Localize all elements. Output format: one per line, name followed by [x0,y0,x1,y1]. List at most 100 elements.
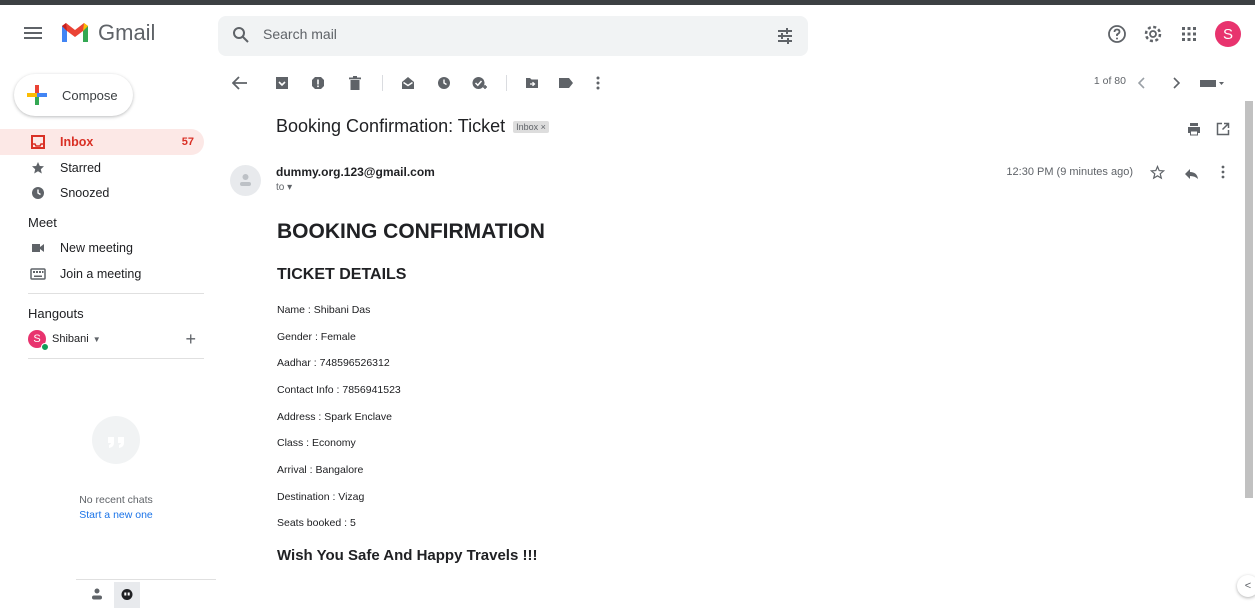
compose-label: Compose [62,87,118,103]
ticket-field: Address : Spark Enclave [277,411,392,423]
report-spam-icon[interactable] [308,73,328,93]
ticket-field: Class : Economy [277,437,356,449]
compose-button[interactable]: Compose [14,74,133,116]
sender-avatar [230,165,261,196]
add-to-tasks-icon[interactable] [470,73,490,93]
open-in-new-window-icon[interactable] [1216,122,1230,141]
sidebar-item-label: Starred [60,161,101,175]
sidebar-item-label: Inbox [60,135,94,149]
move-to-icon[interactable] [522,73,542,93]
hangouts-avatar-letter: S [33,333,41,345]
hangouts-user-name: Shibani [52,333,89,345]
start-new-chat-link[interactable]: Start a new one [0,509,232,521]
menu-icon [24,27,42,29]
show-side-panel-button[interactable]: < [1237,575,1255,597]
email-timestamp: 12:30 PM (9 minutes ago) [1006,166,1133,178]
apps-button[interactable] [1171,19,1207,49]
add-chat-icon[interactable]: + [185,329,196,350]
gear-icon [1144,25,1162,43]
email-body: BOOKING CONFIRMATION TICKET DETAILS Name… [277,220,545,564]
chevron-right-icon[interactable] [1166,73,1186,93]
sender-email[interactable]: dummy.org.123@gmail.com [276,165,435,179]
more-vert-icon[interactable] [588,73,608,93]
sidebar-item-label: Snoozed [60,186,110,200]
search-icon[interactable] [232,26,250,44]
sidebar-item-starred[interactable]: Starred [0,155,204,181]
hangouts-avatar: S [28,330,49,351]
mark-unread-icon[interactable] [398,73,418,93]
sidebar-item-snoozed[interactable]: Snoozed [0,180,204,206]
apps-grid-icon [1182,27,1196,41]
recipient-details-toggle[interactable]: to ▾ [276,182,292,193]
help-button[interactable] [1099,19,1135,49]
sidebar-divider [28,358,204,359]
ticket-field: Name : Shibani Das [277,304,371,316]
chevron-left-icon[interactable] [1132,73,1152,93]
chat-bubble-icon [92,416,140,464]
email-subject-row: Booking Confirmation: Ticket Inbox × [276,116,549,137]
star-icon[interactable] [1149,164,1166,185]
sidebar-item-inbox[interactable]: Inbox 57 [0,129,204,155]
clock-icon [30,186,46,200]
sidebar-item-new-meeting[interactable]: New meeting [0,235,204,261]
star-icon [30,161,46,175]
gmail-logo[interactable]: Gmail [60,20,155,46]
inbox-icon [30,135,46,149]
reply-icon[interactable] [1184,167,1199,185]
sidebar-item-label: New meeting [60,241,133,255]
closing-message: Wish You Safe And Happy Travels !!! [277,547,538,564]
online-status-dot [41,343,49,351]
sidebar: Compose Inbox 57 Starred Snoozed Meet Ne… [0,63,218,608]
app-header: Gmail Search mail S [0,5,1255,63]
no-recent-chats-text: No recent chats [79,494,153,506]
archive-icon[interactable] [272,73,292,93]
toolbar-separator [506,75,507,91]
main-menu-button[interactable] [24,24,46,44]
sidebar-divider [28,293,204,294]
meet-section-title: Meet [28,215,57,230]
toolbar-separator [382,75,383,91]
header-actions: S [1099,19,1241,49]
input-tools-button[interactable] [1198,73,1228,93]
contacts-icon[interactable] [90,587,104,606]
app-name: Gmail [98,20,156,45]
sidebar-bottom-divider [76,579,216,580]
ticket-field: Contact Info : 7856941523 [277,384,401,396]
hangouts-tab-icon[interactable] [114,582,140,608]
chevron-left-icon: < [1244,580,1252,592]
video-camera-icon [30,242,46,254]
delete-icon[interactable] [345,73,365,93]
hangouts-section-title: Hangouts [28,306,84,321]
keyboard-icon [30,268,46,280]
inbox-label-badge[interactable]: Inbox × [513,120,549,133]
search-bar[interactable] [218,16,808,56]
hangouts-user[interactable]: S Shibani ▼ + [28,327,204,351]
settings-button[interactable] [1135,19,1171,49]
search-options-icon[interactable] [776,27,794,45]
inbox-unread-count: 57 [181,136,194,148]
email-subject: Booking Confirmation: Ticket [276,116,506,136]
gmail-m-icon [62,23,88,42]
booking-heading: BOOKING CONFIRMATION [277,220,545,243]
search-input[interactable] [263,26,743,42]
sidebar-item-join-meeting[interactable]: Join a meeting [0,261,204,287]
ticket-details-heading: TICKET DETAILS [277,266,407,283]
ticket-field: Seats booked : 5 [277,517,356,529]
menu-icon-line [24,32,42,34]
message-toolbar: 1 of 80 [218,63,1255,101]
sidebar-item-label: Join a meeting [60,267,142,281]
snooze-icon[interactable] [434,73,454,93]
back-arrow-icon[interactable] [230,73,250,93]
label-icon[interactable] [556,73,576,93]
account-avatar[interactable]: S [1215,21,1241,47]
print-icon[interactable] [1187,122,1201,141]
compose-plus-icon [27,85,47,105]
ticket-field: Arrival : Bangalore [277,464,364,476]
keyboard-icon [1200,80,1224,87]
scrollbar-thumb[interactable] [1245,101,1253,498]
chevron-down-icon[interactable]: ▼ [93,335,101,344]
more-vert-icon[interactable] [1221,165,1225,184]
help-icon [1108,25,1126,43]
ticket-field: Aadhar : 748596526312 [277,357,390,369]
ticket-field: Gender : Female [277,331,356,343]
